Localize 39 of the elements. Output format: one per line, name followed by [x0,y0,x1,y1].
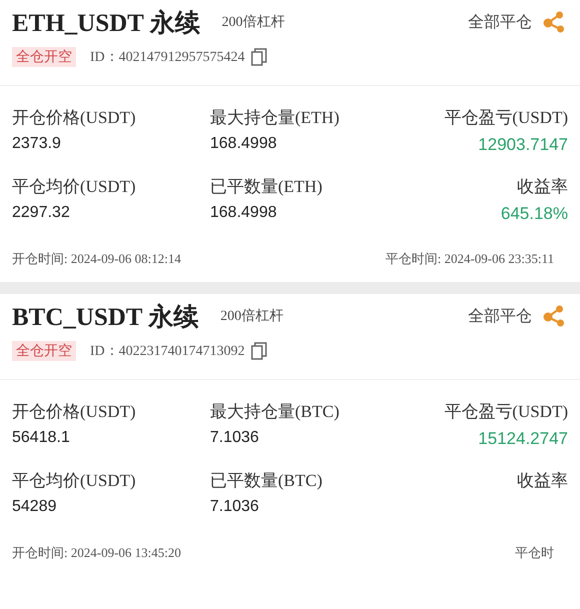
open-time: 开仓时间: 2024-09-06 08:12:14 [12,250,181,268]
stat-label: 已平数量(ETH) [210,176,324,198]
stat-label: 收益率 [517,470,568,492]
stat-value: 168.4998 [210,204,278,222]
leverage-label: 200倍杠杆 [220,308,284,325]
stat-label: 开仓价格(USDT) [12,401,137,423]
stat-label: 平仓盈亏(USDT) [444,401,568,423]
stat-value: 7.1036 [210,498,260,516]
order-id: ID：402147912957575424 [90,49,245,66]
stat-label: 已平数量(BTC) [210,470,324,492]
leverage-label: 200倍杠杆 [222,14,285,31]
stat-value: 645.18% [500,204,568,224]
close-all-button[interactable]: 全部平仓 [468,12,532,32]
stat-value: 2373.9 [12,135,62,153]
stat-value: 2297.32 [12,204,71,222]
stat-label: 平仓均价(USDT) [12,470,137,492]
contract-title: ETH_USDT 永续 [12,8,200,38]
order-id: ID：402231740174713092 [90,343,245,360]
stat-label: 最大持仓量(BTC) [210,401,340,423]
close-time: 平仓时 [515,544,554,562]
open-time: 开仓时间: 2024-09-06 13:45:20 [12,544,181,562]
stat-value: 15124.2747 [478,429,568,449]
stat-label: 开仓价格(USDT) [12,107,137,129]
stat-value: 168.4998 [210,135,278,153]
copy-icon[interactable] [250,48,267,66]
close-time: 平仓时间: 2024-09-06 23:35:11 [385,250,554,268]
stat-label: 平仓均价(USDT) [12,176,137,198]
stat-value: 12903.7147 [478,135,568,155]
close-all-button[interactable]: 全部平仓 [468,306,532,326]
stat-value: 7.1036 [210,429,260,447]
copy-icon[interactable] [250,342,267,360]
stat-label: 平仓盈亏(USDT) [444,107,568,129]
stat-value: 54289 [12,498,58,516]
stat-label: 收益率 [517,176,568,198]
stat-label: 最大持仓量(ETH) [210,107,340,129]
contract-title: BTC_USDT 永续 [12,302,198,332]
stat-value: 56418.1 [12,429,71,447]
position-tag: 全仓开空 [12,341,76,361]
position-tag: 全仓开空 [12,47,76,67]
